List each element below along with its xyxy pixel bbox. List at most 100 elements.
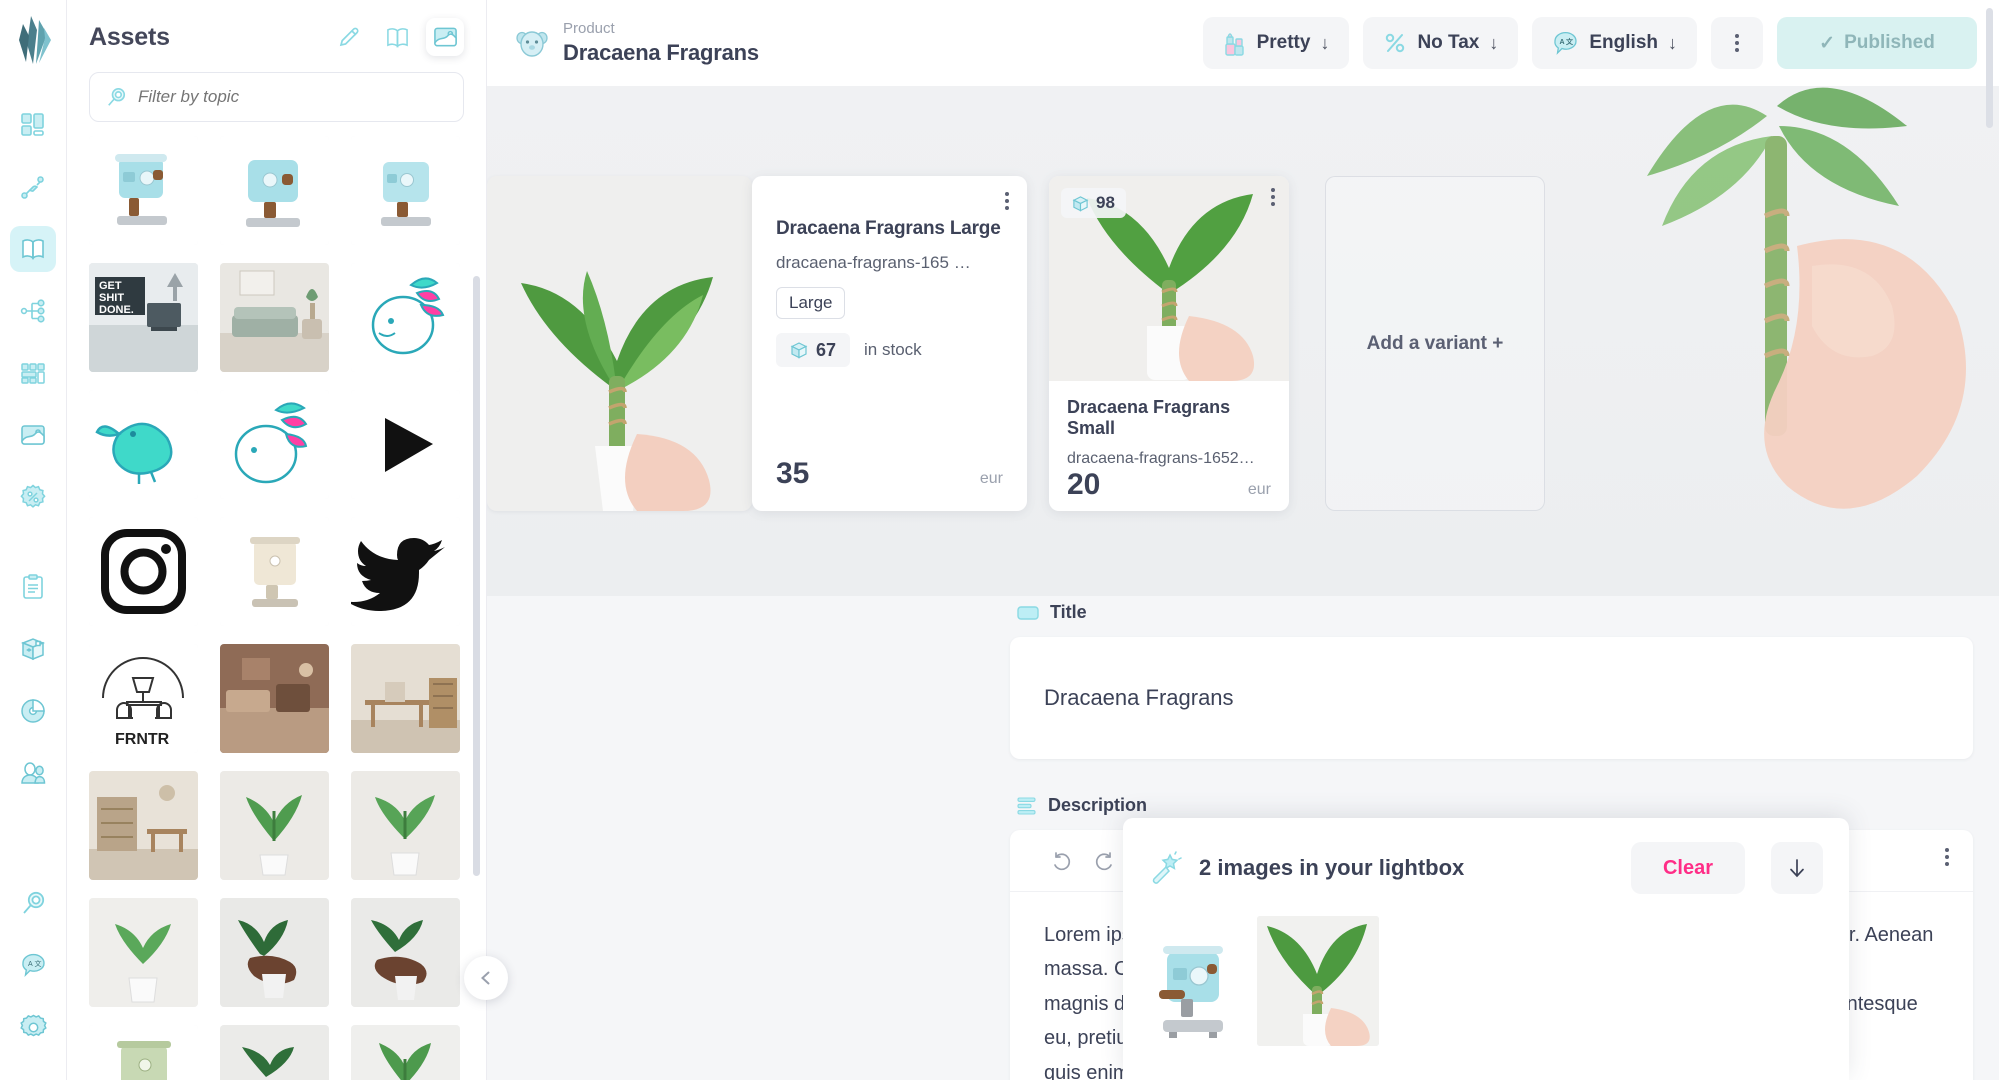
sidebar-item-grids[interactable] [10, 350, 56, 396]
asset-thumb-frntr-line-drawing[interactable]: FRNTR [89, 644, 198, 753]
asset-thumb-interior-warm-room[interactable] [220, 644, 329, 753]
redo-icon[interactable] [1092, 849, 1116, 873]
asset-thumb-espresso-machine-blue-2[interactable] [220, 136, 329, 245]
sidebar-item-topics[interactable] [10, 288, 56, 334]
lipstick-icon [1223, 30, 1247, 56]
sidebar-item-settings[interactable] [11, 1004, 57, 1050]
sidebar-item-search[interactable] [11, 880, 57, 926]
add-variant-button[interactable]: Add a variant + [1325, 176, 1545, 511]
book-icon [385, 26, 410, 49]
assets-grid-scroll[interactable]: GET SHIT DONE. FRNTR [67, 136, 486, 1080]
assets-title: Assets [89, 22, 170, 51]
variant-large-image[interactable] [487, 176, 752, 511]
shape-label: Pretty [1256, 32, 1311, 53]
collapse-panel-button[interactable] [464, 956, 508, 1000]
asset-thumb-plant-white-pot-1[interactable] [220, 771, 329, 880]
asset-thumb-espresso-machine-blue-3[interactable] [351, 136, 460, 245]
variant-large-sku: dracaena-fragrans-165 … [776, 253, 1003, 273]
variant-card-small[interactable]: 98 Dracaena Fragrans Small dracaena-frag… [1049, 176, 1289, 511]
variant-small-title: Dracaena Fragrans Small [1067, 397, 1231, 438]
sidebar-item-orders[interactable] [10, 564, 56, 610]
asset-thumb-espresso-machine-green[interactable] [89, 1025, 198, 1080]
assets-scrollbar[interactable] [473, 276, 480, 876]
shape-selector-button[interactable]: Pretty ↓ [1202, 17, 1350, 69]
sidebar-item-dashboard[interactable] [10, 102, 56, 148]
variant-small-currency: eur [1247, 481, 1271, 498]
dashboard-icon [20, 112, 46, 138]
asset-thumb-play-button-icon[interactable] [351, 390, 460, 499]
title-input-box[interactable]: Dracaena Fragrans [1010, 637, 1973, 759]
search-input[interactable] [138, 87, 447, 107]
sidebar-item-translate[interactable]: A 文 [11, 942, 57, 988]
asset-thumb-plant-hand-dark-2[interactable] [351, 898, 460, 1007]
toolbar-history-group [1028, 844, 1138, 878]
description-menu-icon[interactable] [1945, 848, 1949, 866]
sidebar-item-shipments[interactable] [10, 626, 56, 672]
pencil-icon-button[interactable] [330, 18, 368, 56]
chevron-down-icon: ↓ [1489, 32, 1499, 53]
language-selector-button[interactable]: A 文 English ↓ [1532, 17, 1697, 69]
lightbox-clear-button[interactable]: Clear [1631, 842, 1745, 894]
main-scrollbar[interactable] [1986, 8, 1993, 128]
variant-small-stock-chip[interactable]: 98 [1061, 188, 1126, 218]
sidebar-item-connectors[interactable] [10, 164, 56, 210]
lightbox-items [1149, 916, 1823, 1046]
svg-text:A: A [1560, 39, 1565, 46]
check-icon: ✓ [1819, 32, 1836, 54]
variant-small-body: Dracaena Fragrans Small dracaena-fragran… [1049, 381, 1289, 511]
image-icon-button[interactable] [426, 18, 464, 56]
book-icon-button[interactable] [378, 18, 416, 56]
arrow-down-icon [1786, 857, 1808, 879]
variant-large-menu-icon[interactable] [1005, 192, 1009, 210]
lightbox-item-espresso-machine[interactable] [1149, 928, 1239, 1046]
asset-thumb-shelf-interior[interactable] [89, 771, 198, 880]
variant-small-price-row: 20 eur [1067, 468, 1271, 502]
sidebar-item-customers[interactable] [10, 750, 56, 796]
tax-selector-button[interactable]: No Tax ↓ [1363, 17, 1519, 69]
sidebar-item-analytics[interactable] [10, 688, 56, 734]
sidebar-item-discounts[interactable] [10, 474, 56, 520]
asset-thumb-get-shit-done-poster[interactable]: GET SHIT DONE. [89, 263, 198, 372]
lightbox-collapse-button[interactable] [1771, 842, 1823, 894]
asset-thumb-unicorn-illustration-2[interactable] [220, 390, 329, 499]
asset-thumb-kiwi-bird-illustration[interactable] [89, 390, 198, 499]
discounts-percent-icon [20, 484, 46, 510]
sidebar-item-catalogue[interactable] [10, 226, 56, 272]
undo-icon[interactable] [1050, 849, 1074, 873]
paragraph-lines-icon [1017, 796, 1037, 816]
variant-small-image: 98 [1049, 176, 1289, 381]
lightbox-item-dracaena-plant[interactable] [1257, 916, 1379, 1046]
sidebar-item-media[interactable] [10, 412, 56, 458]
product-identity: Product Dracaena Fragrans [515, 20, 1189, 66]
asset-thumb-dining-table-chairs[interactable] [351, 644, 460, 753]
title-input-value: Dracaena Fragrans [1044, 685, 1234, 710]
asset-thumb-espresso-machine-blue-1[interactable] [89, 136, 198, 245]
crystallize-logo[interactable] [11, 14, 55, 66]
asset-thumb-plant-hand-dark-3[interactable] [220, 1025, 329, 1080]
asset-thumb-espresso-machine-cream[interactable] [220, 517, 329, 626]
variant-card-large[interactable]: Dracaena Fragrans Large dracaena-fragran… [752, 176, 1027, 511]
filter-box[interactable] [89, 72, 464, 122]
product-kind-label: Product [563, 19, 615, 37]
asset-thumb-plant-white-pot-2[interactable] [351, 771, 460, 880]
pencil-icon [337, 25, 361, 49]
asset-thumb-instagram-logo[interactable] [89, 517, 198, 626]
variant-large-stock-chip[interactable]: 67 [776, 333, 851, 367]
asset-thumb-plant-white-pot-3[interactable] [89, 898, 198, 1007]
gear-icon [20, 1014, 47, 1041]
media-image-icon [20, 424, 46, 446]
variant-large-sku-value: dracaena-fragrans-165 [776, 253, 949, 272]
asset-thumb-living-room-sofa[interactable] [220, 263, 329, 372]
more-options-button[interactable] [1711, 17, 1763, 69]
left-nav-rail: A 文 [0, 0, 67, 1080]
asset-thumb-plant-dracaena-hand[interactable] [351, 1025, 460, 1080]
asset-thumb-twitter-logo[interactable] [351, 517, 460, 626]
koala-avatar-icon [515, 26, 549, 60]
stock-cube-icon [1072, 195, 1089, 212]
asset-thumb-plant-hand-dark-1[interactable] [220, 898, 329, 1007]
publish-status-button[interactable]: ✓ Published [1777, 17, 1977, 69]
asset-thumb-unicorn-illustration-1[interactable] [351, 263, 460, 372]
assets-header: Assets [67, 0, 486, 66]
svg-text:文: 文 [1566, 37, 1574, 46]
variant-small-menu-icon[interactable] [1271, 188, 1275, 206]
